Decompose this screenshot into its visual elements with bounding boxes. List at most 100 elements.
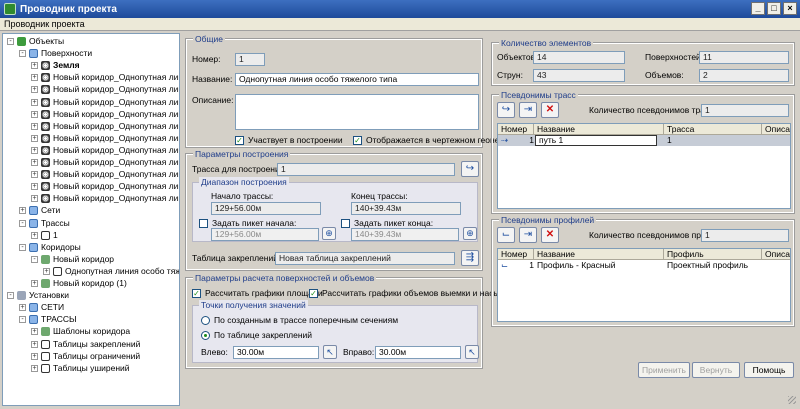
collapse-icon[interactable]: -	[7, 292, 14, 300]
col-route[interactable]: Трасса	[664, 124, 762, 135]
select-route-button[interactable]: ↪	[461, 161, 479, 177]
expand-icon[interactable]: +	[31, 231, 38, 239]
col-number[interactable]: Номер	[498, 124, 534, 135]
tree-item[interactable]: - Установки	[7, 290, 69, 301]
tree-item[interactable]: + Новый коридор (1)	[31, 278, 127, 289]
delete-profile-alias-button[interactable]: ✕	[541, 227, 559, 243]
col-name[interactable]: Название	[534, 249, 664, 260]
tree-item[interactable]: + Новый коридор_Однопутная линия о	[31, 84, 179, 95]
close-button[interactable]: ×	[783, 2, 797, 15]
select-fix-table-button[interactable]: ⇶	[461, 250, 479, 266]
expand-icon[interactable]: +	[31, 62, 38, 70]
tree-item[interactable]: + Земля	[31, 60, 80, 71]
expand-icon[interactable]: +	[31, 352, 38, 360]
route-row-name[interactable]: путь 1	[535, 135, 657, 146]
expand-icon[interactable]: +	[31, 110, 38, 118]
expand-icon[interactable]: +	[31, 134, 38, 142]
pick-end-button[interactable]: ⊕	[463, 227, 477, 240]
by-sections-radio[interactable]: По созданным в трассе поперечным сечения…	[201, 315, 398, 326]
pick-left-button[interactable]: ↖	[323, 345, 337, 359]
tree-item[interactable]: - Поверхности	[19, 48, 92, 59]
tree-item[interactable]: + Новый коридор_Однопутная линия о	[31, 169, 179, 180]
expand-icon[interactable]: +	[31, 159, 38, 166]
tree-item[interactable]: + Новый коридор_Однопутная линия о	[31, 109, 179, 120]
pick-start-button[interactable]: ⊕	[322, 227, 336, 240]
expand-icon[interactable]: +	[31, 328, 38, 336]
expand-icon[interactable]: +	[31, 122, 38, 130]
add-profile-alias-button[interactable]: ⌙	[497, 227, 515, 243]
tree-item[interactable]: + Новый коридор_Однопутная линия о	[31, 193, 179, 204]
delete-route-alias-button[interactable]: ✕	[541, 102, 559, 118]
expand-icon[interactable]: +	[43, 267, 50, 275]
col-description[interactable]: Описа	[762, 249, 790, 260]
left-field[interactable]: 30.00м	[233, 346, 319, 359]
collapse-icon[interactable]: -	[19, 219, 26, 227]
maximize-button[interactable]: □	[767, 2, 781, 15]
tree-item[interactable]: + Новый коридор_Однопутная линия о	[31, 133, 179, 144]
apply-button[interactable]: Применить	[638, 362, 690, 378]
route-aliases-table[interactable]: Номер Название Трасса Описа ⇢ 1 путь 1 1	[497, 123, 791, 209]
expand-icon[interactable]: +	[19, 207, 26, 215]
expand-icon[interactable]: +	[31, 171, 38, 179]
collapse-icon[interactable]: -	[19, 50, 26, 58]
participates-checkbox[interactable]: ✓ Участвует в построении	[235, 135, 343, 146]
tree-item[interactable]: - Коридоры	[19, 242, 81, 253]
expand-icon[interactable]: +	[31, 86, 38, 94]
collapse-icon[interactable]: -	[19, 243, 26, 251]
add-route-alias-button[interactable]: ↪	[497, 102, 515, 118]
collapse-icon[interactable]: -	[19, 316, 26, 324]
help-button[interactable]: Помощь	[744, 362, 794, 378]
expand-icon[interactable]: +	[31, 195, 38, 203]
tree-item[interactable]: + Новый коридор_Однопутная линия о	[31, 121, 179, 132]
resize-grip[interactable]	[788, 396, 796, 404]
by-table-radio[interactable]: По таблице закреплений	[201, 330, 312, 341]
tree-item[interactable]: + Новый коридор_Однопутная линия о	[31, 157, 179, 168]
expand-icon[interactable]: +	[31, 74, 38, 82]
expand-icon[interactable]: +	[31, 98, 38, 106]
tree-item[interactable]: + СЕТИ	[19, 302, 64, 313]
tree-item[interactable]: + Таблицы уширений	[31, 363, 130, 374]
col-number[interactable]: Номер	[498, 249, 534, 260]
col-profile[interactable]: Профиль	[664, 249, 762, 260]
tree-item[interactable]: + Таблицы закреплений	[31, 339, 140, 350]
expand-icon[interactable]: +	[31, 146, 38, 154]
pick-right-button[interactable]: ↖	[465, 345, 479, 359]
volume-graphs-checkbox[interactable]: ✓ Рассчитать графики объемов выемки и на…	[309, 288, 509, 299]
minimize-button[interactable]: _	[751, 2, 765, 15]
col-description[interactable]: Описа	[762, 124, 790, 135]
set-start-field[interactable]: 129+56.00м	[211, 228, 319, 241]
edit-profile-alias-button[interactable]: ⇥	[519, 227, 537, 243]
revert-button[interactable]: Вернуть	[692, 362, 740, 378]
tree-item[interactable]: + Однопутная линия особо тяжелого	[43, 266, 179, 277]
project-tree[interactable]: - Объекты - Поверхности + Земля + Новый коридор…	[2, 33, 180, 406]
tree-item[interactable]: +1	[31, 230, 58, 241]
right-field[interactable]: 30.00м	[375, 346, 461, 359]
profile-row-name[interactable]: Профиль - Красный	[534, 260, 664, 271]
tree-item[interactable]: + Новый коридор_Однопутная линия о	[31, 72, 179, 83]
area-graphs-checkbox[interactable]: ✓ Рассчитать графики площади	[192, 288, 323, 299]
tree-item[interactable]: + Новый коридор_Однопутная линия о	[31, 181, 179, 192]
tree-item[interactable]: - Новый коридор	[31, 254, 114, 265]
collapse-icon[interactable]: -	[7, 38, 14, 45]
tree-item[interactable]: + Шаблоны коридора	[31, 326, 130, 337]
expand-icon[interactable]: +	[19, 304, 26, 312]
tree-item[interactable]: + Сети	[19, 205, 60, 216]
description-field[interactable]	[235, 94, 479, 130]
edit-route-alias-button[interactable]: ⇥	[519, 102, 537, 118]
tree-item[interactable]: + Таблицы ограничений	[31, 351, 140, 362]
tree-item[interactable]: - Объекты	[7, 36, 64, 47]
tree-item[interactable]: + Новый коридор_Однопутная линия о	[31, 97, 179, 108]
expand-icon[interactable]: +	[31, 364, 38, 372]
col-name[interactable]: Название	[534, 124, 664, 135]
name-field[interactable]: Однопутная линия особо тяжелого типа	[235, 73, 479, 86]
expand-icon[interactable]: +	[31, 340, 38, 348]
profile-aliases-table[interactable]: Номер Название Профиль Описа ⌙ 1 Профиль…	[497, 248, 791, 322]
collapse-icon[interactable]: -	[31, 255, 38, 263]
tree-item[interactable]: + Новый коридор_Однопутная линия о	[31, 145, 179, 156]
shown-in-drawing-checkbox[interactable]: ✓ Отображается в чертежном геоне	[353, 135, 499, 146]
expand-icon[interactable]: +	[31, 280, 38, 287]
set-end-field[interactable]: 140+39.43м	[351, 228, 459, 241]
tree-item[interactable]: - ТРАССЫ	[19, 314, 77, 325]
expand-icon[interactable]: +	[31, 183, 38, 191]
tree-item[interactable]: - Трассы	[19, 218, 70, 229]
